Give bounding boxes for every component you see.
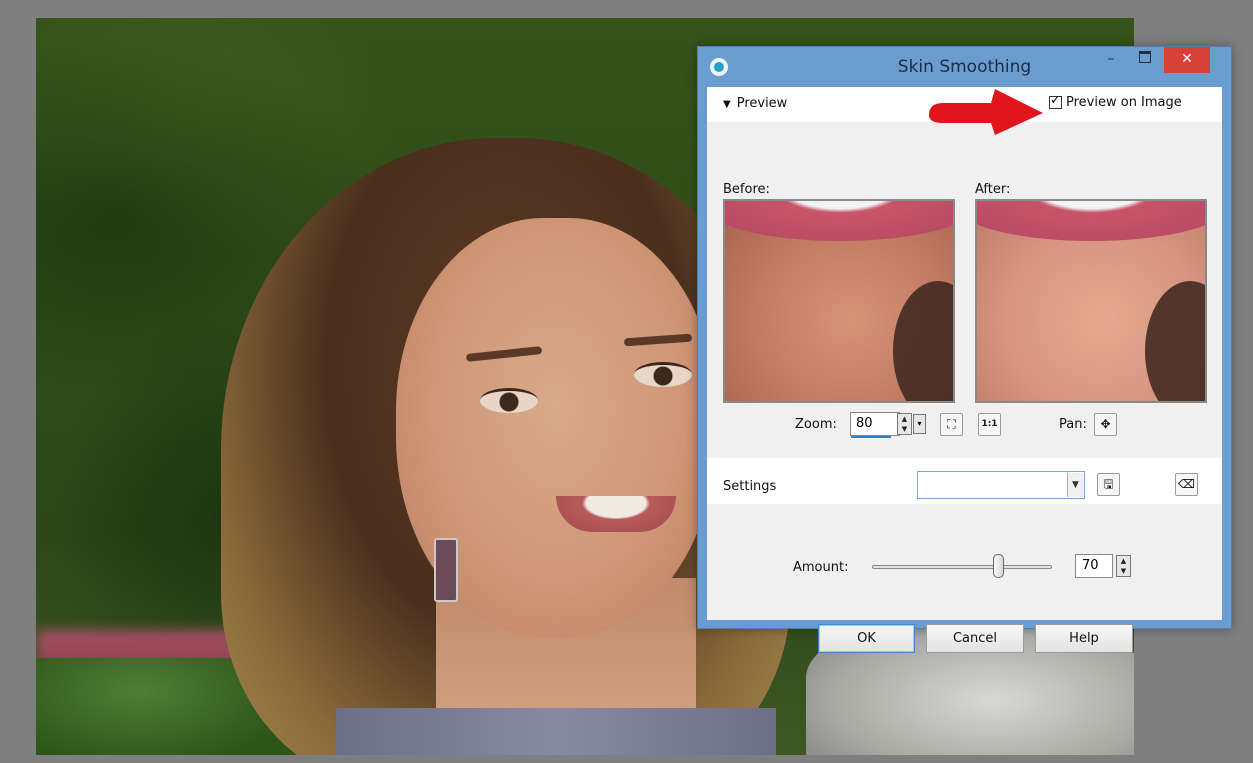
- settings-label: Settings: [723, 479, 777, 494]
- actual-size-icon[interactable]: 1:1: [978, 413, 1001, 436]
- preview-on-image-label: Preview on Image: [1066, 95, 1182, 110]
- close-button[interactable]: ✕: [1164, 47, 1210, 73]
- skin-smoothing-dialog: Skin Smoothing – ✕ ▼ Preview Preview on I…: [697, 46, 1232, 653]
- after-lips: [977, 201, 1205, 241]
- after-preview[interactable]: [975, 199, 1207, 403]
- chevron-down-icon[interactable]: ▼: [1067, 473, 1083, 497]
- collapse-arrow-icon: ▼: [723, 99, 731, 110]
- settings-dropdown[interactable]: ▼: [917, 471, 1085, 499]
- amount-input[interactable]: 70: [1075, 554, 1113, 578]
- zoom-label: Zoom:: [795, 417, 837, 432]
- reset-eraser-icon[interactable]: ⌫: [1175, 473, 1198, 496]
- before-shadow: [893, 281, 953, 401]
- preview-toggle[interactable]: ▼ Preview: [723, 96, 787, 111]
- zoom-spinner[interactable]: ▲ ▼: [897, 413, 912, 435]
- before-label: Before:: [723, 182, 770, 197]
- left-eye: [480, 388, 538, 413]
- ok-button[interactable]: OK: [818, 624, 915, 653]
- move-icon[interactable]: ✥: [1094, 413, 1117, 436]
- fit-to-window-icon[interactable]: ⛶: [940, 413, 963, 436]
- save-icon[interactable]: 🖫: [1097, 473, 1120, 496]
- pan-label: Pan:: [1059, 417, 1087, 432]
- earring: [434, 538, 458, 602]
- after-shadow: [1145, 281, 1205, 401]
- checkbox-checked-icon[interactable]: [1049, 93, 1062, 109]
- amount-spinner[interactable]: ▲ ▼: [1116, 555, 1131, 577]
- subject-mouth: [556, 496, 676, 532]
- preview-label: Preview: [736, 96, 788, 111]
- amount-slider-track[interactable]: [872, 565, 1052, 569]
- right-eye: [634, 362, 692, 387]
- amount-label: Amount:: [793, 560, 849, 575]
- maximize-button[interactable]: [1130, 47, 1160, 73]
- dialog-body: ▼ Preview Preview on Image Before: After:…: [707, 87, 1222, 653]
- minimize-button[interactable]: –: [1096, 47, 1126, 73]
- amount-slider-thumb[interactable]: [992, 554, 1004, 578]
- subject-shirt: [336, 708, 776, 755]
- before-preview[interactable]: [723, 199, 955, 403]
- preview-on-image-checkbox[interactable]: Preview on Image: [1049, 93, 1182, 110]
- title-bar[interactable]: Skin Smoothing – ✕: [698, 47, 1231, 87]
- cancel-button[interactable]: Cancel: [926, 624, 1024, 653]
- help-button[interactable]: Help: [1035, 624, 1133, 653]
- red-arrow-icon: [929, 89, 1043, 135]
- zoom-dropdown[interactable]: ▾: [913, 414, 926, 434]
- before-lips: [725, 201, 953, 241]
- after-label: After:: [975, 182, 1011, 197]
- zoom-input[interactable]: 80: [850, 412, 900, 438]
- maximize-icon: [1139, 51, 1151, 63]
